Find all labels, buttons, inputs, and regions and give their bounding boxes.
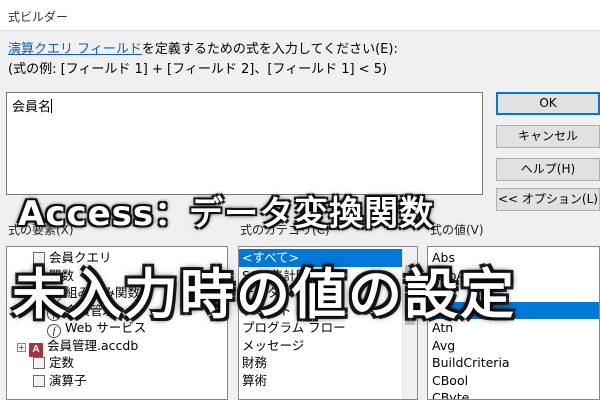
category-item[interactable]: メッセージ [239,337,402,355]
text-caret [51,99,53,113]
expression-value: 会員名 [12,100,52,115]
overlay-subtitle: Access：データ変換関数 [18,194,435,234]
cancel-button[interactable]: キャンセル [496,125,600,148]
values-label: 式の値(V) [430,223,484,237]
tree-item[interactable]: 定数 [7,354,227,372]
tree-item[interactable]: 演算子 [7,372,227,390]
tree-item-label: 定数 [49,355,75,370]
category-item[interactable]: 財務 [239,354,402,372]
instruction-rest: を定義するための式を入力してください(E): [141,42,398,57]
value-item[interactable]: CBool [428,372,599,390]
calculated-field-link[interactable]: 演算クエリ フィールド [8,42,142,57]
help-button[interactable]: ヘルプ(H) [496,158,600,181]
tree-item-label: 会員管理.accdb [47,337,139,353]
example-text: (式の例: [フィールド 1] + [フィールド 2]、[フィールド 1] < … [8,62,388,77]
folder-icon [33,374,45,387]
value-item[interactable]: BuildCriteria [428,354,599,372]
title-bar: 式ビルダー [0,0,600,31]
tree-item[interactable]: + A 会員管理.accdb [7,337,227,357]
expand-icon[interactable]: + [17,342,26,352]
instruction-text: 演算クエリ フィールドを定義するための式を入力してください(E): [8,40,398,60]
category-item[interactable]: 算術 [239,372,402,390]
window-title: 式ビルダー [8,10,69,24]
ok-button[interactable]: OK [496,92,600,115]
overlay-title: 未入力時の値の設定 [12,263,516,326]
tree-item-label: 演算子 [49,372,87,388]
value-item[interactable]: CByte [428,389,599,399]
expression-input[interactable]: 会員名 [6,92,483,195]
folder-icon [33,357,45,369]
options-button[interactable]: << オプション(L) [496,188,600,211]
value-item[interactable]: Avg [428,337,599,355]
